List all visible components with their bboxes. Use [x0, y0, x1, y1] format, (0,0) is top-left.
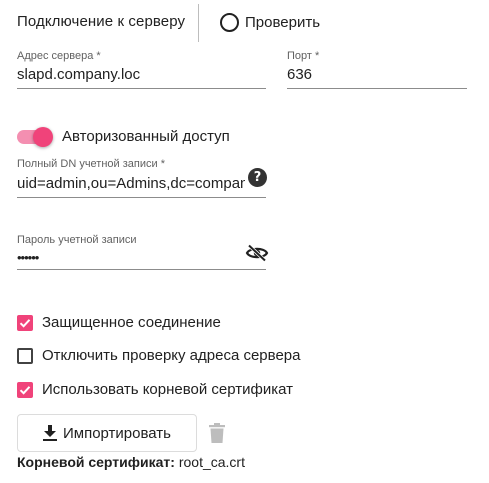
server-address-label: Адрес сервера *: [17, 50, 101, 62]
server-address-input[interactable]: slapd.company.loc: [17, 66, 266, 83]
password-label: Пароль учетной записи: [17, 234, 137, 246]
disable-host-check-label: Отключить проверку адреса сервера: [42, 347, 301, 364]
use-root-cert-checkbox[interactable]: [17, 382, 33, 398]
trash-icon[interactable]: [209, 423, 225, 443]
download-icon: [42, 425, 57, 441]
server-address-underline: [17, 88, 266, 89]
checkmark-icon: [19, 386, 31, 395]
authorized-access-toggle[interactable]: [17, 127, 53, 147]
password-underline: [17, 269, 266, 270]
use-root-cert-label: Использовать корневой сертификат: [42, 381, 294, 398]
checkmark-icon: [19, 319, 31, 328]
eye-off-icon[interactable]: [245, 244, 269, 262]
page-title: Подключение к серверу: [17, 13, 186, 30]
import-button-label: Импортировать: [62, 424, 171, 442]
header-divider: [198, 4, 199, 42]
secure-connection-label: Защищенное соединение: [42, 314, 221, 331]
check-connection-label: Проверить: [245, 13, 321, 31]
root-cert-filename: root_ca.crt: [178, 454, 245, 470]
port-underline: [287, 88, 467, 89]
toggle-thumb: [33, 127, 53, 147]
root-cert-caption: Корневой сертификат:: [17, 454, 175, 470]
port-label: Порт *: [287, 50, 320, 62]
import-button[interactable]: Импортировать: [17, 414, 197, 452]
disable-host-check-checkbox[interactable]: [17, 348, 33, 364]
radio-circle-icon: [220, 12, 239, 32]
dn-label: Полный DN учетной записи *: [17, 158, 165, 170]
dn-input[interactable]: uid=admin,ou=Admins,dc=company,dc=loc: [17, 175, 245, 192]
check-connection-button[interactable]: Проверить: [220, 11, 320, 33]
root-cert-info: Корневой сертификат: root_ca.crt: [17, 454, 245, 470]
dn-underline: [17, 197, 266, 198]
port-input[interactable]: 636: [287, 66, 467, 83]
secure-connection-checkbox[interactable]: [17, 315, 33, 331]
password-input[interactable]: ••••••: [17, 250, 237, 265]
authorized-access-label: Авторизованный доступ: [62, 128, 230, 145]
help-circle-icon[interactable]: ?: [248, 168, 267, 187]
